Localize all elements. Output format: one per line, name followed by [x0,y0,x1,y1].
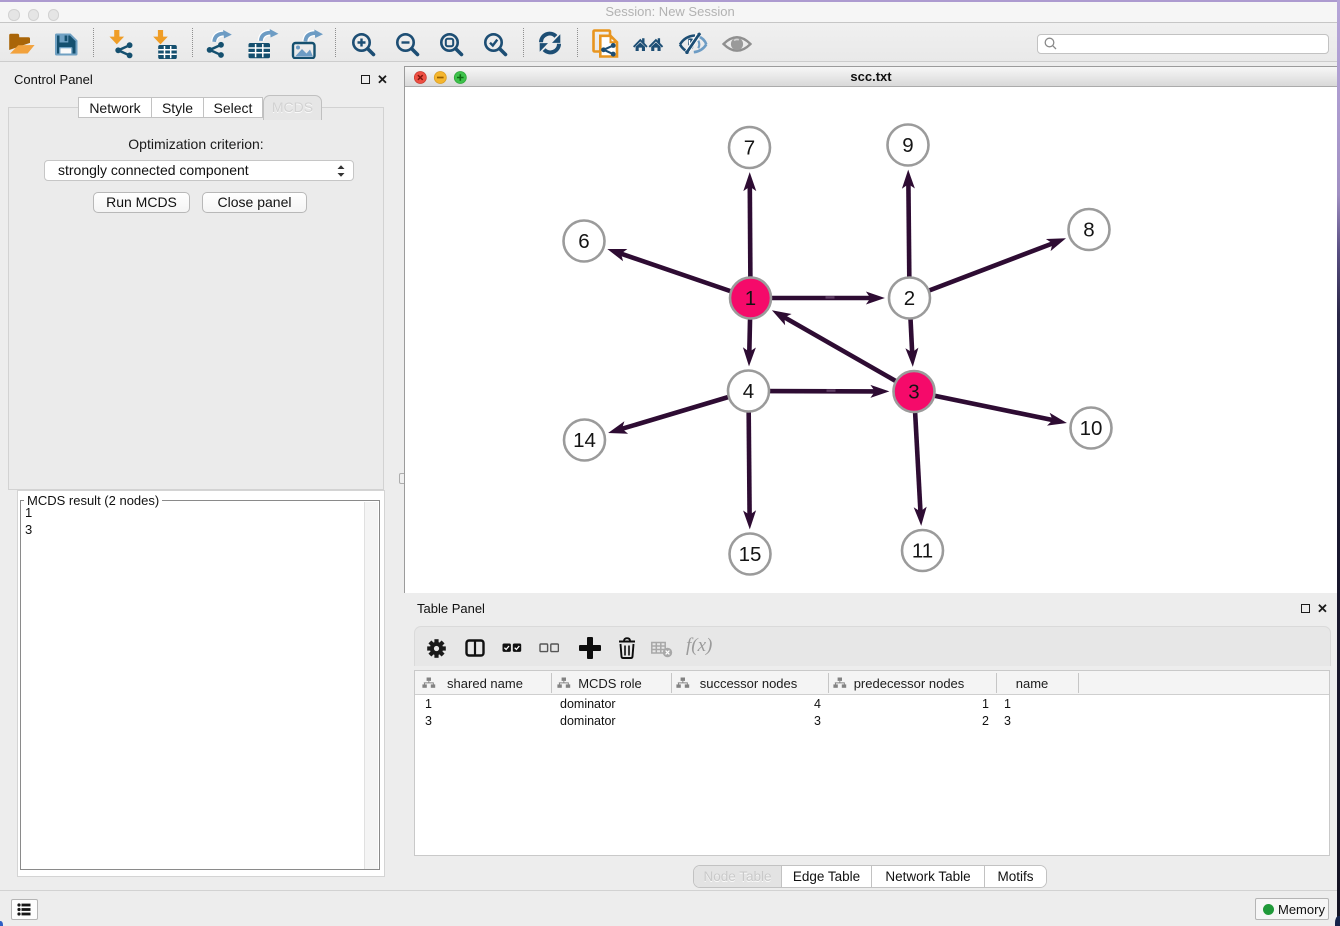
svg-text:2: 2 [904,287,915,310]
svg-text:1: 1 [745,287,756,310]
svg-text:9: 9 [902,134,913,157]
svg-text:11: 11 [912,540,933,563]
svg-text:3: 3 [908,381,919,404]
svg-text:8: 8 [1083,219,1094,242]
svg-text:10: 10 [1080,417,1103,440]
svg-text:6: 6 [578,230,589,253]
svg-text:14: 14 [573,429,596,452]
svg-text:4: 4 [743,380,754,403]
svg-text:7: 7 [744,137,755,160]
svg-text:15: 15 [739,543,762,566]
